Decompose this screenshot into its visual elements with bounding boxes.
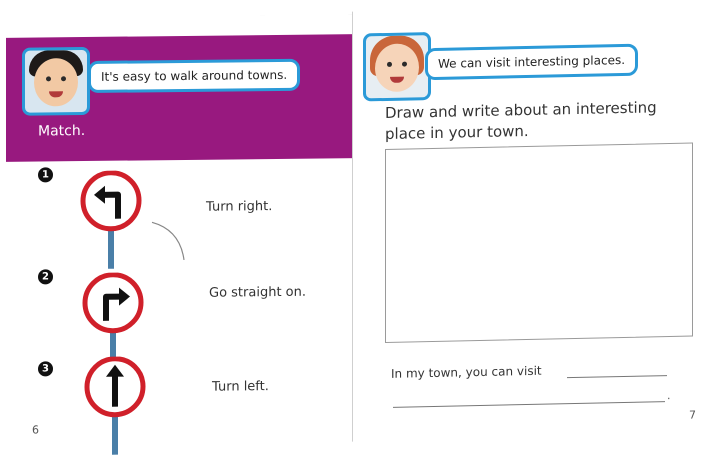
instruction-1: Turn right. <box>206 199 273 215</box>
right-page: We can visit interesting places. Draw an… <box>352 4 703 442</box>
writing-line-1[interactable] <box>567 375 667 379</box>
activity-prompt: Draw and write about an interesting plac… <box>385 98 657 143</box>
straight-on-sign-icon <box>84 356 146 455</box>
speech-bubble-right: We can visit interesting places. <box>425 43 639 81</box>
sentence-start: In my town, you can visit <box>391 363 542 381</box>
page-number-right: 7 <box>689 408 696 422</box>
girl-avatar <box>363 32 431 102</box>
item-number-2: 2 <box>38 269 53 285</box>
speech-bubble-left: It's easy to walk around towns. <box>88 58 301 93</box>
match-line <box>151 221 185 261</box>
item-number-3: 3 <box>38 361 53 377</box>
boy-avatar <box>22 46 90 116</box>
writing-line-2[interactable] <box>393 401 665 408</box>
sentence-end: . <box>667 389 671 403</box>
turn-left-sign-icon <box>80 170 142 269</box>
workbook-spread: It's easy to walk around towns. Match. 1… <box>0 0 703 455</box>
left-page: It's easy to walk around towns. Match. 1… <box>6 14 356 455</box>
drawing-area[interactable] <box>385 142 693 343</box>
page-number-left: 6 <box>32 423 39 437</box>
instruction-3: Turn left. <box>212 379 269 395</box>
activity-label: Match. <box>38 123 86 140</box>
instruction-2: Go straight on. <box>209 284 306 301</box>
item-number-1: 1 <box>38 167 53 183</box>
